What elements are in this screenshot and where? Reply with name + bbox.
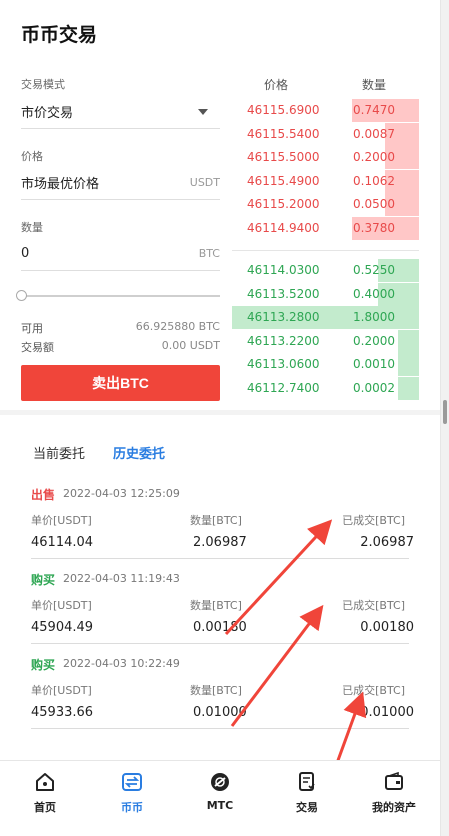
scrollbar-thumb[interactable] xyxy=(443,400,447,424)
nav-label-assets: 我的资产 xyxy=(372,801,416,814)
arrow-1 xyxy=(224,519,333,636)
document-icon xyxy=(299,772,315,791)
nav-home[interactable]: 首页 xyxy=(15,771,75,815)
annotation-arrows xyxy=(224,519,367,797)
nav-trade[interactable]: 交易 xyxy=(277,771,337,815)
nav-label-mtc: MTC xyxy=(206,799,234,812)
exchange-icon xyxy=(122,773,142,791)
arrow-2 xyxy=(230,604,324,727)
nav-label-trade: 交易 xyxy=(296,801,318,814)
nav-mtc[interactable]: MTC xyxy=(190,771,250,812)
nav-assets[interactable]: 我的资产 xyxy=(364,771,424,815)
scrollbar[interactable] xyxy=(440,0,449,836)
mtc-icon xyxy=(211,773,229,791)
bottom-nav: 首页 币币 MTC 交易 我的资产 xyxy=(0,760,440,836)
home-icon xyxy=(36,773,54,791)
nav-exchange[interactable]: 币币 xyxy=(102,771,162,815)
nav-label-home: 首页 xyxy=(34,801,56,814)
nav-label-exchange: 币币 xyxy=(121,801,143,814)
wallet-icon xyxy=(385,771,403,790)
